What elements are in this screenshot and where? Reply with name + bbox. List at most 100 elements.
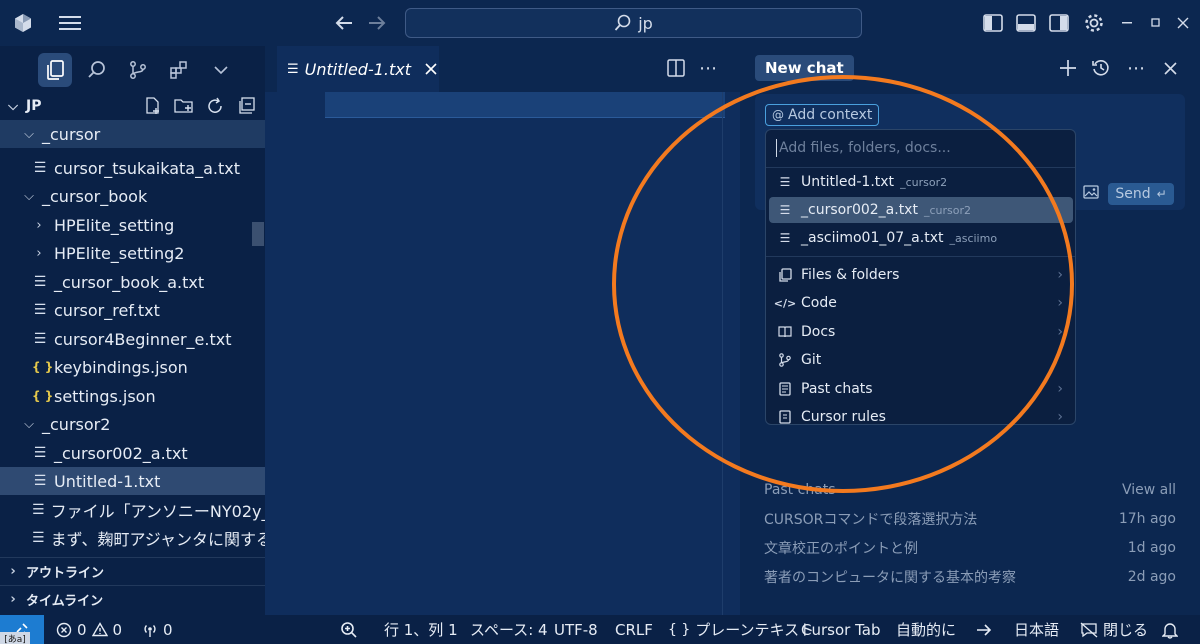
category-past-chats[interactable]: Past chats › bbox=[769, 376, 1073, 402]
command-search-box[interactable]: jp bbox=[405, 8, 862, 38]
add-context-button[interactable]: @ Add context bbox=[765, 104, 880, 126]
context-search-input[interactable]: Add files, folders, docs... bbox=[776, 136, 1066, 160]
text-file-icon: ☰ bbox=[779, 203, 791, 217]
at-sign-icon: @ bbox=[772, 108, 784, 122]
past-chat-item[interactable]: 文章校正のポイントと例 1d ago bbox=[764, 536, 1176, 560]
recent-file-item[interactable]: ☰ Untitled-1.txt _cursor2 bbox=[769, 169, 1073, 195]
explorer-root-label: JP bbox=[26, 98, 42, 114]
enter-icon: ↵ bbox=[1156, 187, 1167, 201]
category-code[interactable]: </> Code › bbox=[769, 290, 1073, 316]
indentation-setting[interactable]: スペース: 4 bbox=[470, 615, 548, 644]
settings-gear-icon[interactable] bbox=[1079, 8, 1109, 38]
close-window-button[interactable] bbox=[1168, 8, 1198, 38]
cursor-position[interactable]: 行 1、列 1 bbox=[384, 615, 458, 644]
view-all-link[interactable]: View all bbox=[1122, 482, 1176, 498]
json-file-icon: { } bbox=[32, 360, 54, 374]
close-icon[interactable] bbox=[1156, 54, 1184, 82]
menu-icon[interactable] bbox=[55, 8, 85, 38]
category-files-folders[interactable]: Files & folders › bbox=[769, 262, 1073, 288]
image-icon[interactable] bbox=[1083, 185, 1099, 199]
search-icon[interactable] bbox=[80, 53, 114, 87]
tree-item-folder[interactable]: › HPElite_setting2 bbox=[0, 239, 265, 267]
tree-item-file[interactable]: ☰ cursor4Beginner_e.txt bbox=[0, 325, 265, 353]
json-file-icon: { } bbox=[32, 389, 54, 403]
forward-arrow-icon[interactable] bbox=[362, 8, 392, 38]
locale-setting[interactable]: 日本語 bbox=[1014, 615, 1059, 644]
problems-status[interactable]: 0 0 bbox=[56, 615, 122, 644]
category-cursor-rules[interactable]: Cursor rules › bbox=[769, 404, 1073, 424]
tree-item-folder[interactable]: › HPElite_setting bbox=[0, 211, 265, 239]
recent-file-item-selected[interactable]: ☰ _cursor002_a.txt _cursor2 bbox=[769, 197, 1073, 223]
encoding-setting[interactable]: UTF-8 bbox=[554, 615, 598, 644]
outline-section[interactable]: › アウトライン bbox=[0, 557, 265, 585]
tree-item-file[interactable]: ☰ cursor_tsukaikata_a.txt bbox=[0, 154, 265, 182]
close-icon[interactable] bbox=[425, 63, 437, 75]
cursor-tab-status[interactable]: Cursor Tab bbox=[801, 615, 880, 644]
tree-item-label: keybindings.json bbox=[54, 357, 188, 377]
send-button[interactable]: Send ↵ bbox=[1108, 183, 1174, 205]
source-control-icon[interactable] bbox=[121, 53, 155, 87]
category-docs[interactable]: Docs › bbox=[769, 319, 1073, 345]
tab-untitled[interactable]: ☰ Untitled-1.txt bbox=[277, 46, 439, 92]
zoom-icon[interactable] bbox=[340, 615, 358, 644]
new-folder-icon[interactable] bbox=[174, 97, 194, 115]
tree-item-file-selected[interactable]: ☰ Untitled-1.txt bbox=[0, 467, 265, 495]
explorer-root-header[interactable]: ⌵ JP bbox=[0, 92, 265, 120]
tree-item-file[interactable]: ☰ まず、麹町アジャンタに関する... bbox=[0, 524, 265, 552]
tab-new-chat[interactable]: New chat bbox=[755, 55, 854, 81]
tree-item-json-file[interactable]: { } keybindings.json bbox=[0, 353, 265, 381]
plus-icon[interactable] bbox=[1054, 54, 1082, 82]
new-file-icon[interactable] bbox=[144, 97, 162, 115]
past-chat-title: 文章校正のポイントと例 bbox=[764, 541, 918, 557]
language-mode[interactable]: { } プレーンテキスト bbox=[668, 615, 814, 644]
past-chat-item[interactable]: CURSORコマンドで段落選択方法 17h ago bbox=[764, 507, 1176, 531]
collapse-all-icon[interactable] bbox=[238, 97, 256, 115]
tree-item-label: cursor_ref.txt bbox=[54, 300, 160, 320]
past-chat-item[interactable]: 著者のコンピュータに関する基本的考察 2d ago bbox=[764, 565, 1176, 589]
toggle-primary-sidebar-icon[interactable] bbox=[978, 8, 1008, 38]
sidebar-scrollbar[interactable] bbox=[252, 222, 264, 246]
refresh-icon[interactable] bbox=[206, 97, 224, 115]
eol-setting[interactable]: CRLF bbox=[615, 615, 653, 644]
tree-item-file[interactable]: ☰ _cursor_book_a.txt bbox=[0, 268, 265, 296]
explorer-files-icon[interactable] bbox=[38, 53, 72, 87]
split-editor-icon[interactable] bbox=[667, 59, 685, 77]
tree-item-cursor2-folder[interactable]: ⌵ _cursor2 bbox=[0, 410, 265, 438]
tree-item-file[interactable]: ☰ ファイル「アンソニーNY02y_edi... bbox=[0, 496, 265, 524]
arrow-right-icon[interactable] bbox=[976, 615, 992, 644]
chevron-right-icon: › bbox=[36, 217, 42, 233]
context-search-placeholder: Add files, folders, docs... bbox=[779, 140, 951, 156]
maximize-button[interactable] bbox=[1141, 8, 1171, 38]
chevron-right-icon: › bbox=[1057, 267, 1063, 283]
recent-file-name: Untitled-1.txt bbox=[801, 174, 895, 190]
close-chat-status[interactable]: 閉じる bbox=[1080, 615, 1148, 644]
tree-item-cursor-folder[interactable]: ⌵ _cursor bbox=[0, 120, 265, 148]
more-actions-icon[interactable]: ⋯ bbox=[699, 58, 717, 79]
category-git[interactable]: Git bbox=[769, 347, 1073, 373]
toggle-panel-icon[interactable] bbox=[1011, 8, 1041, 38]
timeline-section[interactable]: › タイムライン bbox=[0, 585, 265, 613]
bell-icon[interactable] bbox=[1162, 615, 1178, 644]
tree-item-json-file[interactable]: { } settings.json bbox=[0, 382, 265, 410]
divider bbox=[766, 256, 1075, 257]
auto-setting[interactable]: 自動的に bbox=[896, 615, 956, 644]
text-file-icon: ☰ bbox=[33, 274, 47, 290]
minimize-button[interactable] bbox=[1113, 8, 1143, 38]
back-arrow-icon[interactable] bbox=[329, 8, 359, 38]
history-icon[interactable] bbox=[1087, 54, 1115, 82]
add-context-label: Add context bbox=[788, 107, 873, 123]
extensions-icon[interactable] bbox=[162, 53, 196, 87]
more-actions-icon[interactable]: ⋯ bbox=[1122, 54, 1150, 82]
editor-area[interactable]: ☰ Untitled-1.txt ⋯ bbox=[265, 46, 740, 615]
ports-status[interactable]: 0 bbox=[142, 615, 173, 644]
tab-label: Untitled-1.txt bbox=[304, 59, 411, 79]
chevron-down-icon[interactable] bbox=[204, 53, 238, 87]
search-text: jp bbox=[638, 13, 653, 33]
editor-ruler bbox=[722, 92, 723, 615]
tree-item-cursor-book-folder[interactable]: ⌵ _cursor_book bbox=[0, 182, 265, 210]
status-bar: 0 0 0 行 1、列 1 スペース: 4 UTF-8 CRLF { } プレー… bbox=[0, 615, 1200, 644]
tree-item-file[interactable]: ☰ cursor_ref.txt bbox=[0, 296, 265, 324]
tree-item-file[interactable]: ☰ _cursor002_a.txt bbox=[0, 439, 265, 467]
recent-file-item[interactable]: ☰ _asciimo01_07_a.txt _asciimo bbox=[769, 225, 1073, 251]
toggle-secondary-sidebar-icon[interactable] bbox=[1044, 8, 1074, 38]
